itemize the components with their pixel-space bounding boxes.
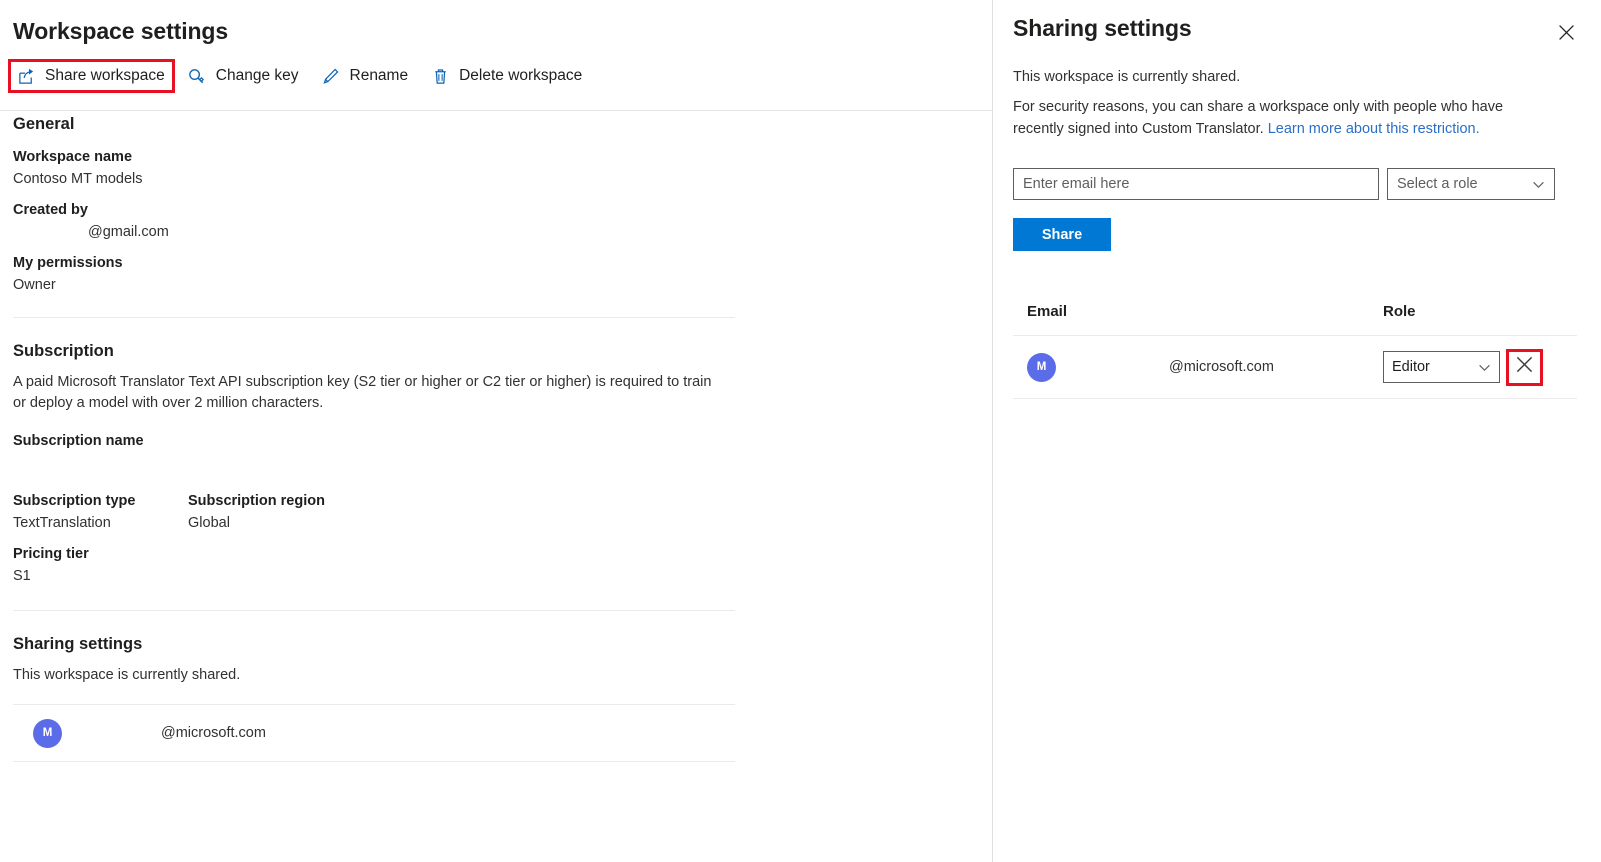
table-cell-email: M @microsoft.com (1013, 352, 1383, 382)
sharing-status-text: This workspace is currently shared. (13, 667, 241, 683)
workspace-settings-panel: Workspace settings Share workspace Chang… (0, 0, 993, 862)
subscription-region-label: Subscription region (188, 493, 325, 509)
subscription-type-region: Subscription type TextTranslation Subscr… (13, 493, 992, 531)
pricing-tier-label: Pricing tier (13, 546, 89, 562)
workspace-name-value: Contoso MT models (13, 171, 143, 187)
subscription-type-value: TextTranslation (13, 515, 111, 531)
close-icon (1515, 355, 1534, 379)
pencil-icon (321, 66, 341, 86)
workspace-toolbar: Share workspace Change key Rename Delete… (0, 59, 992, 93)
list-item[interactable]: M @microsoft.com (13, 705, 735, 762)
general-section-title: General (13, 115, 75, 133)
created-by-value: @gmail.com (88, 224, 169, 240)
table-header: Email Role (1013, 295, 1577, 336)
chevron-down-icon (1532, 178, 1545, 191)
learn-more-link[interactable]: Learn more about this restriction. (1268, 121, 1480, 137)
divider-subscription (13, 610, 735, 611)
email-input[interactable] (1013, 168, 1379, 200)
delete-workspace-label: Delete workspace (459, 67, 583, 84)
role-select-value: Select a role (1397, 176, 1478, 192)
divider-general (13, 317, 735, 318)
table-row: M @microsoft.com Editor (1013, 336, 1577, 399)
flyout-security-note: For security reasons, you can share a wo… (1013, 97, 1513, 140)
member-email: @microsoft.com (161, 725, 266, 741)
table-cell-role: Editor (1383, 348, 1543, 386)
row-role-select[interactable]: Editor (1383, 351, 1500, 383)
close-icon[interactable] (1551, 17, 1581, 47)
change-key-button[interactable]: Change key (187, 59, 299, 93)
subscription-name-value (13, 455, 992, 473)
members-table: Email Role M @microsoft.com Editor (1013, 295, 1577, 399)
avatar: M (33, 718, 62, 748)
subscription-type-col: Subscription type TextTranslation (13, 493, 188, 531)
share-icon (16, 66, 36, 86)
flyout-header: Sharing settings (1013, 0, 1577, 47)
my-permissions-label: My permissions (13, 255, 123, 271)
pricing-tier-value: S1 (13, 568, 31, 584)
my-permissions-value: Owner (13, 277, 56, 293)
subscription-region-value: Global (188, 515, 230, 531)
rename-button[interactable]: Rename (321, 59, 409, 93)
subscription-name-label: Subscription name (13, 433, 144, 449)
workspace-name-label: Workspace name (13, 149, 133, 165)
sharing-section-title: Sharing settings (13, 635, 143, 653)
share-workspace-button[interactable]: Share workspace (8, 59, 175, 93)
rename-label: Rename (349, 67, 409, 84)
sharing-settings-flyout: Sharing settings This workspace is curre… (993, 0, 1601, 862)
share-form: Select a role (1013, 168, 1577, 200)
flyout-title: Sharing settings (1013, 15, 1192, 41)
subscription-description: A paid Microsoft Translator Text API sub… (13, 374, 712, 411)
toolbar-divider (0, 110, 992, 111)
key-icon (187, 66, 207, 86)
share-button[interactable]: Share (1013, 218, 1111, 251)
flyout-status-text: This workspace is currently shared. (1013, 69, 1241, 85)
change-key-label: Change key (215, 67, 299, 84)
avatar: M (1027, 352, 1056, 382)
page-title: Workspace settings (13, 18, 229, 44)
column-header-role: Role (1383, 302, 1416, 320)
created-by-label: Created by (13, 202, 88, 218)
member-email: @microsoft.com (1169, 359, 1274, 375)
column-header-email: Email (1027, 302, 1068, 320)
subscription-region-col: Subscription region Global (188, 493, 325, 531)
subscription-section-title: Subscription (13, 342, 114, 360)
delete-workspace-button[interactable]: Delete workspace (430, 59, 582, 93)
share-workspace-label: Share workspace (45, 67, 165, 84)
trash-icon (430, 66, 450, 86)
chevron-down-icon (1478, 361, 1491, 374)
remove-member-button[interactable] (1506, 348, 1543, 386)
row-role-value: Editor (1392, 359, 1430, 375)
app-root: Workspace settings Share workspace Chang… (0, 0, 1601, 862)
left-content: General Workspace name Contoso MT models… (0, 115, 992, 762)
role-select[interactable]: Select a role (1387, 168, 1555, 200)
subscription-type-label: Subscription type (13, 493, 136, 509)
